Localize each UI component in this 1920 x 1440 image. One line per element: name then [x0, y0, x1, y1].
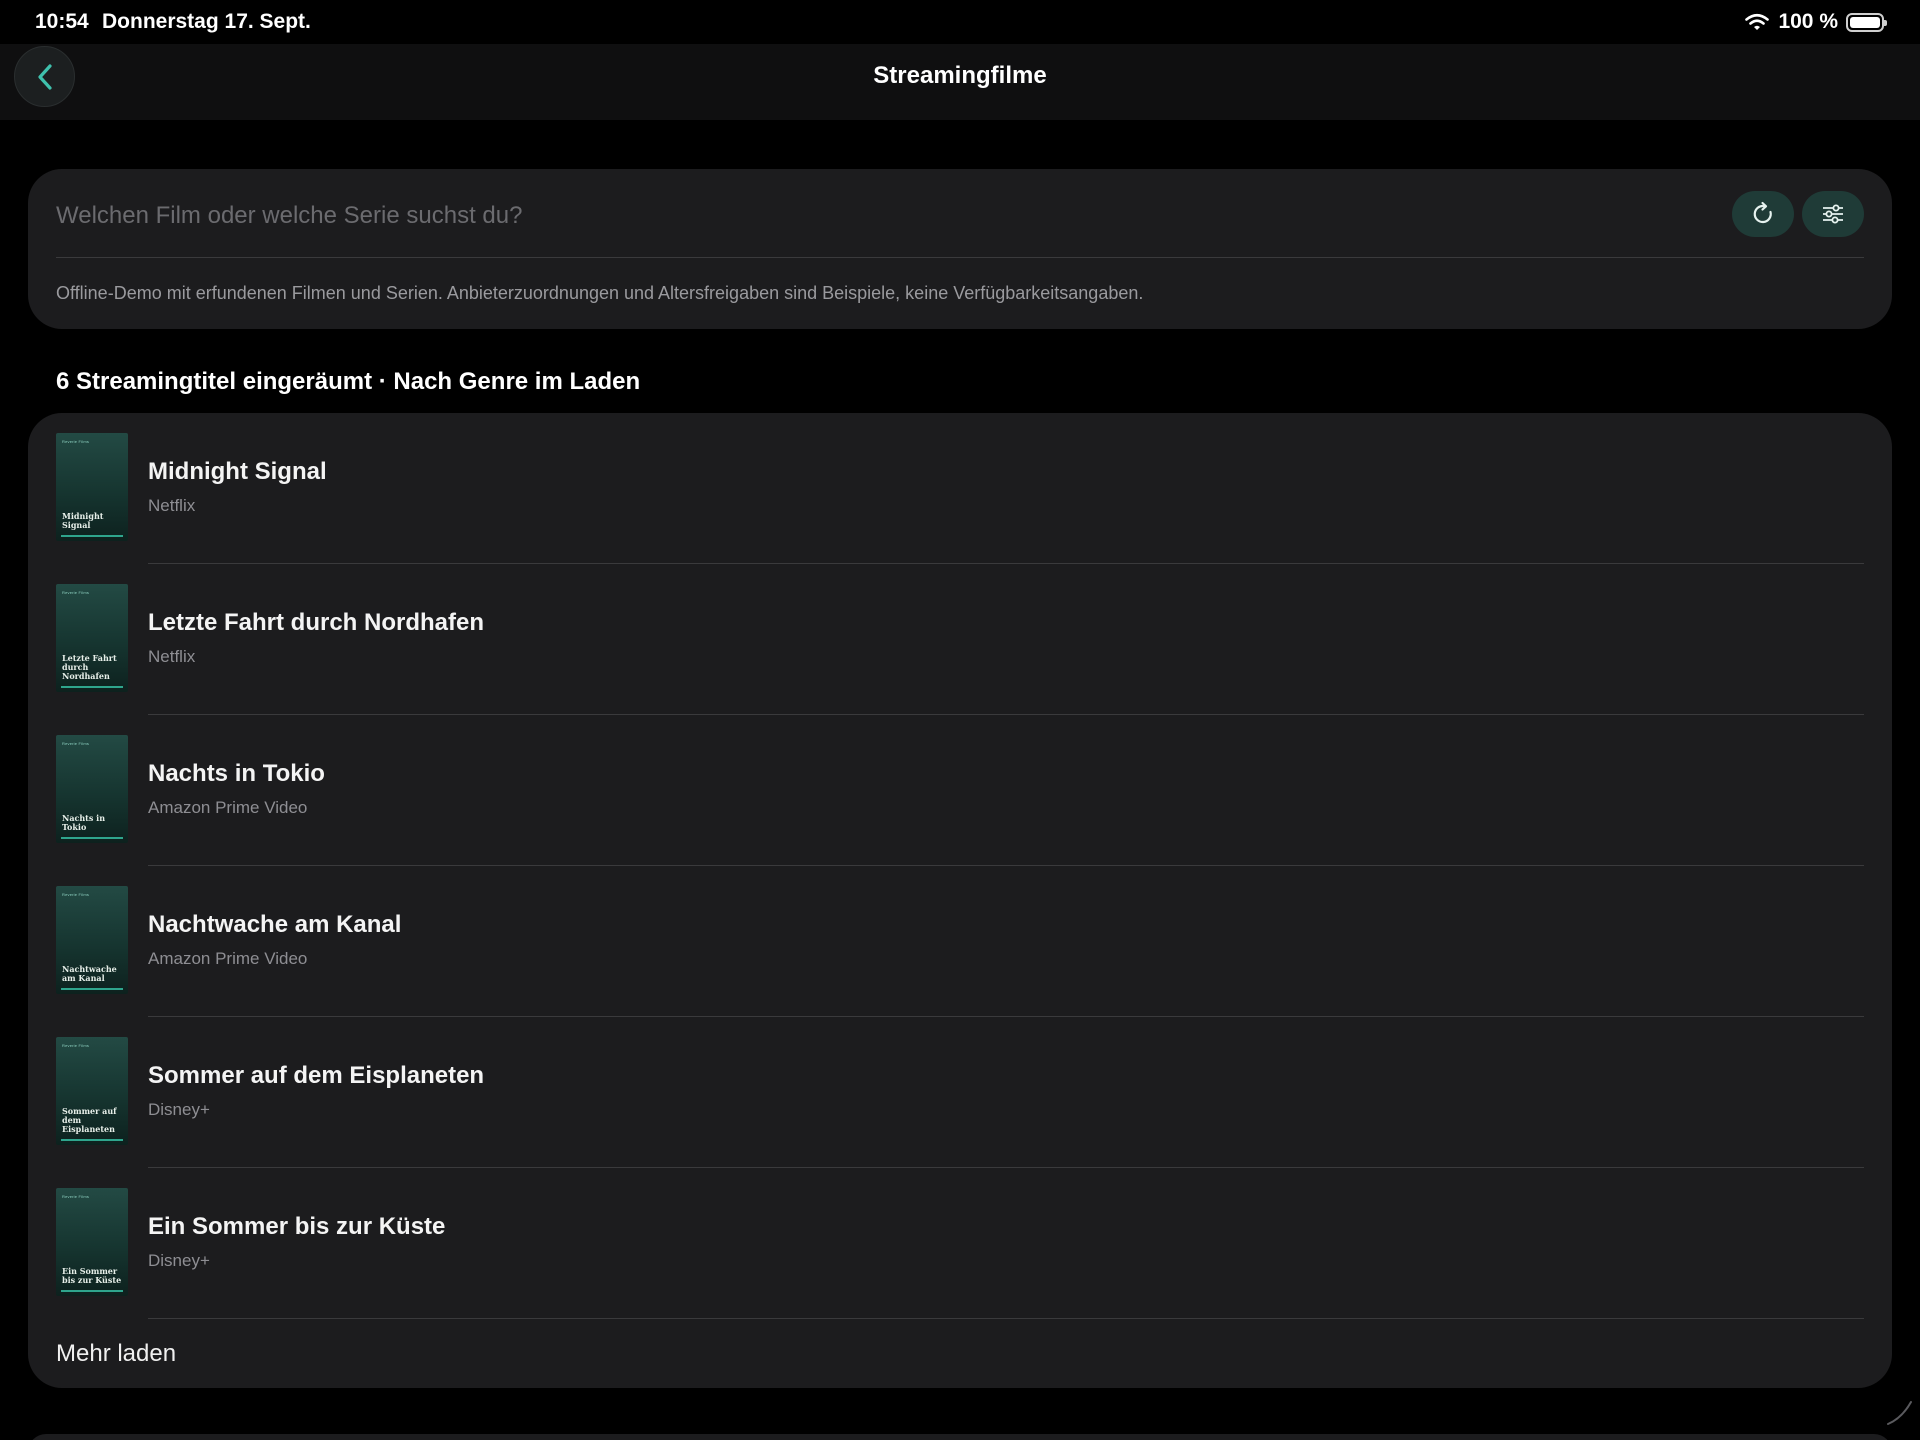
item-divider: [148, 1318, 1864, 1319]
results-header: 6 Streamingtitel eingeräumt · Nach Genre…: [56, 368, 641, 395]
poster-image: Reverie Films Midnight Signal: [56, 433, 128, 541]
poster-accent-line: [61, 535, 123, 537]
navigation-bar: Streamingfilme: [0, 44, 1920, 120]
list-item[interactable]: Reverie Films Ein Sommer bis zur Küste E…: [28, 1168, 1892, 1319]
item-provider: Amazon Prime Video: [148, 949, 308, 968]
status-indicators: 100 %: [1744, 10, 1887, 34]
poster-title: Ein Sommer bis zur Küste: [62, 1266, 122, 1285]
status-date: Donnerstag 17. Sept.: [102, 10, 311, 33]
sliders-icon: [1823, 204, 1843, 224]
item-title: Nachtwache am Kanal: [148, 911, 402, 938]
search-divider: [56, 257, 1864, 258]
status-time: 10:54: [35, 10, 89, 33]
next-card-edge: [28, 1434, 1892, 1440]
item-provider: Disney+: [148, 1251, 210, 1270]
item-title: Midnight Signal: [148, 458, 327, 485]
item-provider: Netflix: [148, 496, 196, 515]
poster-brand: Reverie Films: [62, 439, 90, 444]
poster-image: Reverie Films Nachts in Tokio: [56, 735, 128, 843]
scroll-indicator-icon: [1887, 1401, 1912, 1425]
poster-image: Reverie Films Nachtwache am Kanal: [56, 886, 128, 994]
search-card: Offline-Demo mit erfundenen Filmen und S…: [28, 169, 1892, 329]
poster-title: Midnight Signal: [62, 511, 104, 530]
poster-image: Reverie Films Sommer auf dem Eisplaneten: [56, 1037, 128, 1145]
item-provider: Amazon Prime Video: [148, 798, 308, 817]
list-item[interactable]: Reverie Films Nachts in Tokio Nachts in …: [28, 715, 1892, 866]
poster-title: Sommer auf dem Eisplaneten: [62, 1106, 117, 1134]
list-item[interactable]: Reverie Films Nachtwache am Kanal Nachtw…: [28, 866, 1892, 1017]
item-provider: Disney+: [148, 1100, 210, 1119]
page-title: Streamingfilme: [873, 62, 1047, 89]
battery-percentage: 100 %: [1778, 10, 1838, 33]
list-item[interactable]: Reverie Films Letzte Fahrt durch Nordhaf…: [28, 564, 1892, 715]
poster-title: Letzte Fahrt durch Nordhafen: [62, 653, 117, 681]
item-provider: Netflix: [148, 647, 196, 666]
list-item[interactable]: Reverie Films Sommer auf dem Eisplaneten…: [28, 1017, 1892, 1168]
poster-accent-line: [61, 988, 123, 990]
poster-accent-line: [61, 837, 123, 839]
item-title: Letzte Fahrt durch Nordhafen: [148, 609, 485, 636]
poster-image: Reverie Films Letzte Fahrt durch Nordhaf…: [56, 584, 128, 692]
search-disclaimer: Offline-Demo mit erfundenen Filmen und S…: [56, 283, 1144, 303]
load-more-button[interactable]: Mehr laden: [56, 1340, 176, 1368]
poster-brand: Reverie Films: [62, 1194, 90, 1199]
list-item[interactable]: Reverie Films Midnight Signal Midnight S…: [28, 413, 1892, 564]
poster-accent-line: [61, 1290, 123, 1292]
poster-title: Nachtwache am Kanal: [62, 964, 117, 983]
poster-brand: Reverie Films: [62, 590, 90, 595]
poster-brand: Reverie Films: [62, 1043, 90, 1048]
search-input[interactable]: [56, 193, 1696, 239]
poster-accent-line: [61, 686, 123, 688]
results-list: Reverie Films Midnight Signal Midnight S…: [28, 413, 1892, 1388]
refresh-icon: [1753, 201, 1772, 224]
status-bar: 10:54 Donnerstag 17. Sept. 100 %: [0, 0, 1920, 44]
battery-icon: [1846, 12, 1887, 32]
wifi-icon: [1745, 13, 1770, 30]
item-title: Sommer auf dem Eisplaneten: [148, 1062, 485, 1089]
item-title: Ein Sommer bis zur Küste: [148, 1213, 446, 1240]
poster-title: Nachts in Tokio: [62, 813, 106, 832]
item-title: Nachts in Tokio: [148, 760, 325, 787]
poster-image: Reverie Films Ein Sommer bis zur Küste: [56, 1188, 128, 1296]
filter-button[interactable]: [1802, 191, 1864, 237]
poster-brand: Reverie Films: [62, 741, 90, 746]
poster-accent-line: [61, 1139, 123, 1141]
refresh-button[interactable]: [1732, 191, 1794, 237]
poster-brand: Reverie Films: [62, 892, 90, 897]
